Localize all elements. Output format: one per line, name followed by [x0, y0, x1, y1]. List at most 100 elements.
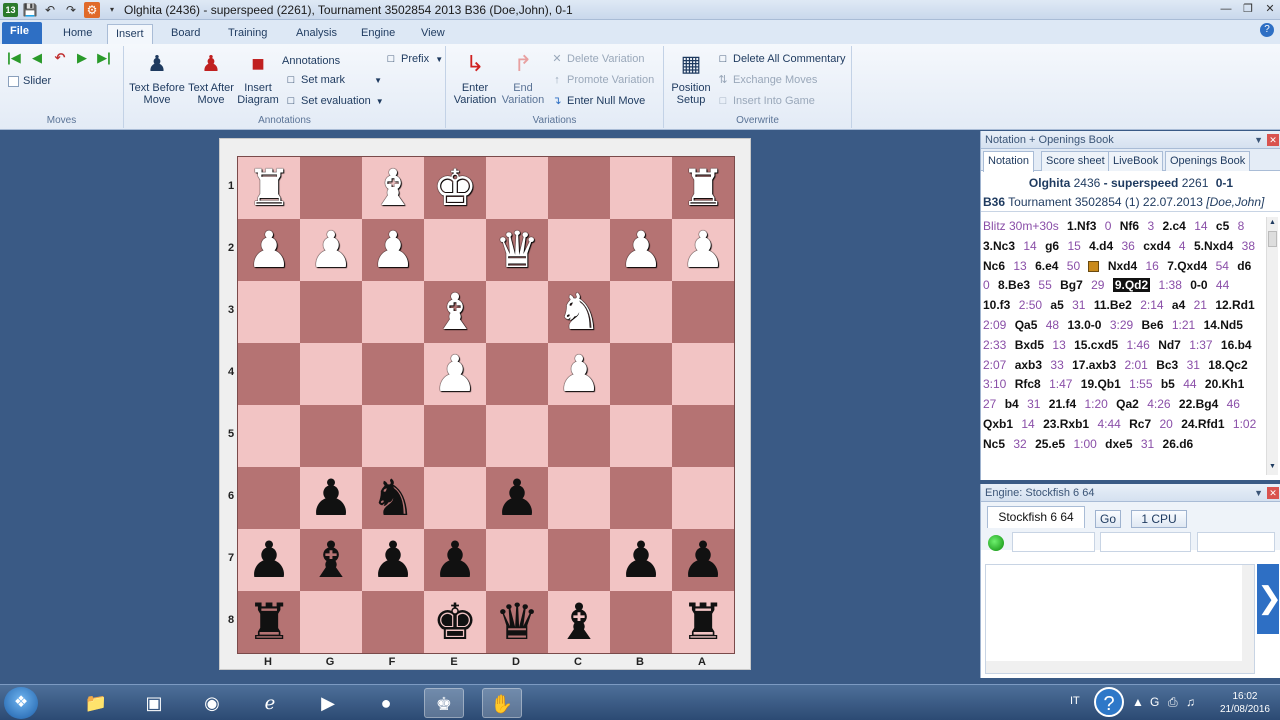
- white-bishop-piece[interactable]: ♝: [362, 157, 424, 219]
- black-pawn-piece[interactable]: ♟: [424, 529, 486, 591]
- board-square[interactable]: [610, 591, 672, 653]
- scroll-down-icon[interactable]: ▼: [1268, 463, 1277, 473]
- board-square[interactable]: [610, 281, 672, 343]
- move[interactable]: b4: [1005, 397, 1019, 411]
- close-icon[interactable]: ✕: [1267, 134, 1279, 146]
- board-square[interactable]: [300, 405, 362, 467]
- board-square[interactable]: [548, 467, 610, 529]
- move[interactable]: g6: [1045, 239, 1059, 253]
- move[interactable]: 21.f4: [1049, 397, 1076, 411]
- move[interactable]: Qa5: [1015, 318, 1038, 332]
- move[interactable]: Nc6: [983, 259, 1005, 273]
- position-setup-button[interactable]: ▦ Position Setup: [668, 50, 714, 106]
- evaluation-marker-icon[interactable]: [1088, 260, 1100, 272]
- board-square[interactable]: [424, 405, 486, 467]
- move[interactable]: 20.Kh1: [1205, 377, 1244, 391]
- settings-icon[interactable]: ⚙: [84, 2, 100, 18]
- move[interactable]: Nxd4: [1108, 259, 1137, 273]
- move[interactable]: 16.b4: [1221, 338, 1252, 352]
- board-square[interactable]: [238, 343, 300, 405]
- engine-hscrollbar[interactable]: [986, 661, 1242, 673]
- white-rook-piece[interactable]: ♜: [672, 157, 734, 219]
- move[interactable]: 13.0-0: [1067, 318, 1101, 332]
- insert-into-game-button[interactable]: □ Insert Into Game: [716, 92, 815, 110]
- chess-board[interactable]: ♜ ♝ ♚ ♜ ♟ ♟ ♟ ♛ ♟ ♟ ♝ ♞ ♟ ♟ ♟ ♞ ♟ ♟ ♝ ♟ ♟ ♟ ♟ ♜ ♚ ♛ ♝ ♜: [237, 156, 735, 654]
- chevron-down-icon[interactable]: ▼: [1254, 131, 1263, 149]
- board-square[interactable]: [610, 157, 672, 219]
- last-move-icon[interactable]: ▶|: [96, 51, 112, 64]
- board-square[interactable]: [610, 467, 672, 529]
- end-variation-button[interactable]: ↱ End Variation: [500, 50, 546, 106]
- board-square[interactable]: [424, 219, 486, 281]
- delete-all-commentary-button[interactable]: □ Delete All Commentary: [716, 50, 846, 68]
- tab-view[interactable]: View: [413, 24, 453, 44]
- delete-variation-button[interactable]: ✕ Delete Variation: [550, 50, 644, 68]
- annotations-button[interactable]: Annotations: [282, 52, 340, 70]
- scroll-up-icon[interactable]: ▲: [1268, 219, 1277, 229]
- white-pawn-piece[interactable]: ♟: [672, 219, 734, 281]
- tab-insert[interactable]: Insert: [107, 24, 153, 44]
- start-button[interactable]: ❖: [4, 687, 38, 719]
- board-square[interactable]: [300, 157, 362, 219]
- move[interactable]: 19.Qb1: [1081, 377, 1121, 391]
- next-move-icon[interactable]: ▶: [74, 51, 90, 64]
- board-square[interactable]: [362, 591, 424, 653]
- move[interactable]: b5: [1161, 377, 1175, 391]
- engine-output[interactable]: [985, 564, 1255, 674]
- set-evaluation-button[interactable]: □ Set evaluation ▼: [284, 92, 384, 110]
- volume-icon[interactable]: ♫: [1186, 695, 1195, 709]
- move[interactable]: 6.e4: [1035, 259, 1058, 273]
- insert-diagram-button[interactable]: ■ Insert Diagram: [236, 50, 280, 106]
- printer-icon[interactable]: ⎙: [1168, 695, 1178, 710]
- move[interactable]: Rc7: [1129, 417, 1151, 431]
- move[interactable]: 8.Be3: [998, 278, 1030, 292]
- move[interactable]: 18.Qc2: [1208, 358, 1247, 372]
- board-square[interactable]: [300, 281, 362, 343]
- board-square[interactable]: [238, 467, 300, 529]
- move[interactable]: 2.c4: [1162, 219, 1185, 233]
- text-after-move-button[interactable]: ♟ Text After Move: [184, 50, 238, 106]
- move[interactable]: 22.Bg4: [1179, 397, 1218, 411]
- tab-analysis[interactable]: Analysis: [288, 24, 345, 44]
- board-square[interactable]: [672, 343, 734, 405]
- move[interactable]: Bxd5: [1015, 338, 1044, 352]
- black-bishop-piece[interactable]: ♝: [300, 529, 362, 591]
- move[interactable]: a5: [1050, 298, 1063, 312]
- help-tray-icon[interactable]: ?: [1094, 687, 1124, 717]
- chevron-down-icon[interactable]: ▼: [1254, 484, 1263, 502]
- black-pawn-piece[interactable]: ♟: [672, 529, 734, 591]
- language-indicator[interactable]: IT: [1070, 695, 1080, 707]
- fritz-glove-icon[interactable]: ✋: [482, 688, 522, 718]
- move[interactable]: 3.Nc3: [983, 239, 1015, 253]
- promote-variation-button[interactable]: ↑ Promote Variation: [550, 71, 654, 89]
- media-player-icon[interactable]: ▶: [308, 688, 348, 718]
- white-pawn-piece[interactable]: ♟: [238, 219, 300, 281]
- restore-icon[interactable]: ❐: [1240, 2, 1256, 16]
- app-icon[interactable]: 13: [3, 3, 18, 17]
- previous-move-icon[interactable]: ◀: [29, 51, 45, 64]
- white-pawn-piece[interactable]: ♟: [610, 219, 672, 281]
- go-button[interactable]: Go: [1095, 510, 1121, 528]
- board-square[interactable]: [486, 529, 548, 591]
- undo-icon[interactable]: ↶: [42, 2, 58, 18]
- board-square[interactable]: [362, 405, 424, 467]
- board-square[interactable]: [672, 281, 734, 343]
- move[interactable]: 7.Qxd4: [1167, 259, 1207, 273]
- board-square[interactable]: [672, 467, 734, 529]
- move[interactable]: Qa2: [1116, 397, 1139, 411]
- white-rook-piece[interactable]: ♜: [238, 157, 300, 219]
- board-square[interactable]: [300, 591, 362, 653]
- move[interactable]: cxd4: [1143, 239, 1170, 253]
- clock[interactable]: 16:02 21/08/2016: [1220, 690, 1270, 716]
- white-pawn-piece[interactable]: ♟: [424, 343, 486, 405]
- move-list[interactable]: Blitz 30m+30s 1.Nf3 0 Nf6 3 2.c4 14 c5 8…: [983, 217, 1265, 475]
- prefix-button[interactable]: □ Prefix ▼: [384, 50, 443, 68]
- hp-icon[interactable]: ◉: [192, 688, 232, 718]
- board-square[interactable]: [362, 343, 424, 405]
- fritz-taskbar-icon[interactable]: ♚: [424, 688, 464, 718]
- back-variation-icon[interactable]: ↶: [52, 51, 68, 64]
- black-rook-piece[interactable]: ♜: [238, 591, 300, 653]
- move[interactable]: Nc5: [983, 437, 1005, 451]
- google-icon[interactable]: G: [1150, 695, 1159, 709]
- move[interactable]: d6: [1237, 259, 1251, 273]
